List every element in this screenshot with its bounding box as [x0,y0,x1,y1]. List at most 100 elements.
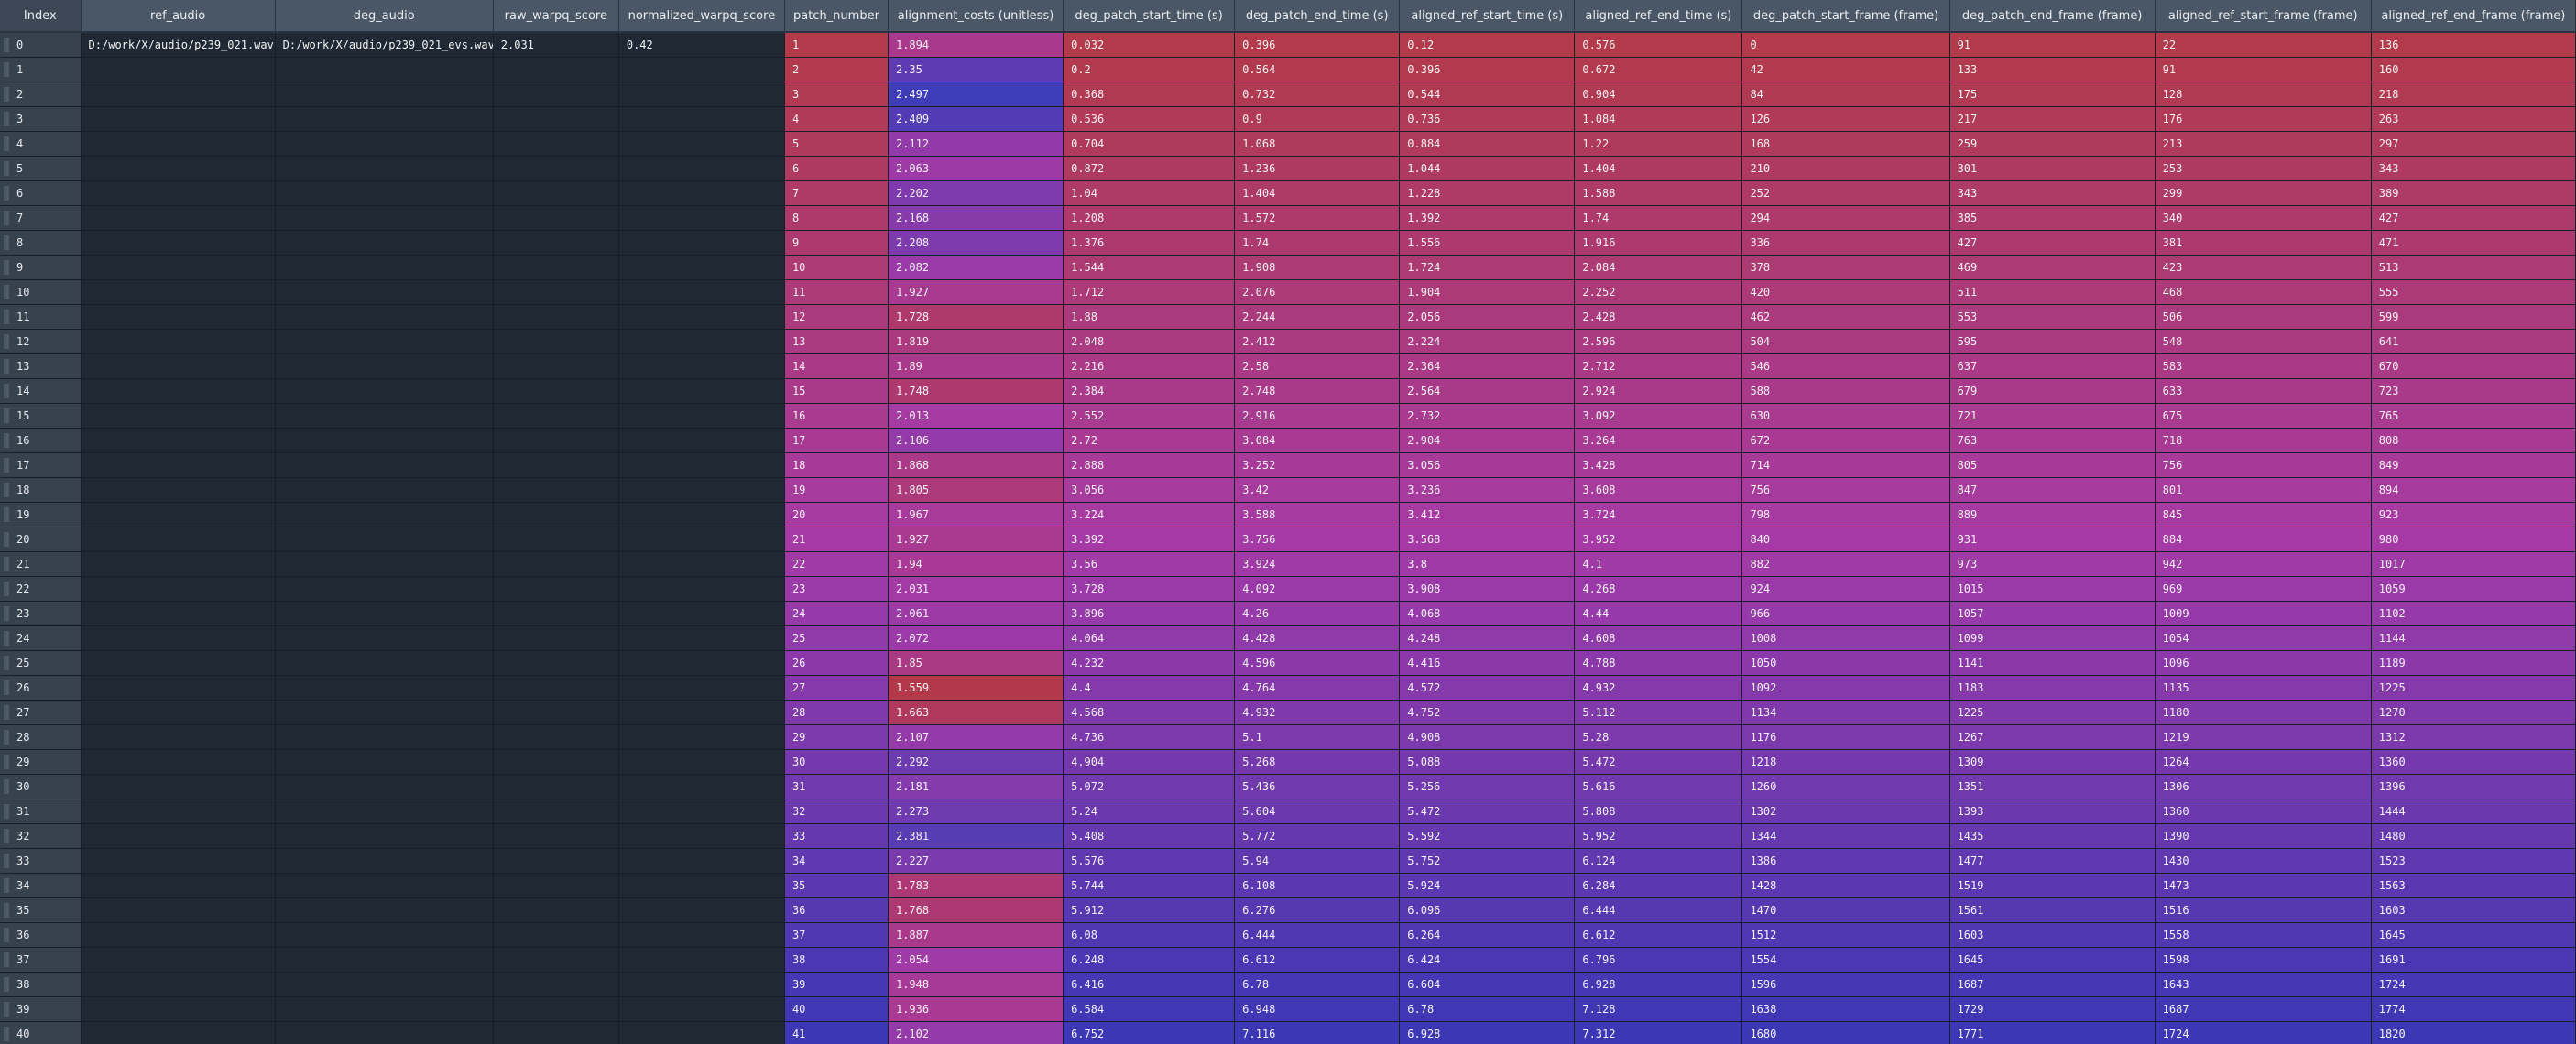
table-cell[interactable]: 595 [1949,329,2156,354]
row-index-cell[interactable]: 4 [0,131,82,157]
table-cell[interactable] [81,180,276,206]
table-cell[interactable]: 6.264 [1399,922,1576,948]
table-cell[interactable]: 5.436 [1234,774,1401,799]
table-cell[interactable] [81,996,276,1022]
table-cell[interactable]: 4.068 [1399,601,1576,626]
table-cell[interactable]: 1302 [1741,799,1950,824]
table-cell[interactable]: 1.94 [888,551,1064,577]
table-cell[interactable]: 1603 [2371,897,2576,923]
table-cell[interactable] [493,428,619,453]
table-cell[interactable]: 583 [2155,353,2372,379]
table-cell[interactable] [618,205,785,231]
table-cell[interactable] [275,972,494,997]
table-cell[interactable] [618,82,785,107]
table-cell[interactable]: 5.752 [1399,848,1576,874]
table-cell[interactable] [81,106,276,132]
table-cell[interactable] [81,576,276,602]
table-row[interactable]: 6 7 2.202 1.04 1.404 1.228 1.588 252 343 299 389 [0,180,2576,206]
table-cell[interactable] [81,749,276,775]
table-row[interactable]: 33 34 2.227 5.576 5.94 5.752 6.124 1386 1477 1430… [0,848,2576,874]
table-cell[interactable]: 1687 [2155,996,2372,1022]
table-cell[interactable]: 1351 [1949,774,2156,799]
table-cell[interactable] [81,156,276,181]
table-cell[interactable]: 756 [1741,477,1950,503]
table-cell[interactable]: 301 [1949,156,2156,181]
table-cell[interactable]: 1771 [1949,1021,2156,1044]
table-cell[interactable]: 942 [2155,551,2372,577]
table-cell[interactable]: 2.428 [1574,304,1743,330]
row-index-cell[interactable]: 18 [0,477,82,503]
table-cell[interactable]: 263 [2371,106,2576,132]
row-select-handle[interactable] [4,408,9,423]
table-cell[interactable]: 1.068 [1234,131,1401,157]
table-cell[interactable]: 1393 [1949,799,2156,824]
table-cell[interactable]: 1687 [1949,972,2156,997]
table-cell[interactable]: 1516 [2155,897,2372,923]
table-cell[interactable]: 1.819 [888,329,1064,354]
table-cell[interactable]: 22 [784,551,889,577]
column-header-3[interactable]: raw_warpq_score [493,0,619,33]
table-cell[interactable]: 1.936 [888,996,1064,1022]
row-select-handle[interactable] [4,606,9,621]
table-cell[interactable] [275,353,494,379]
table-cell[interactable]: 7.128 [1574,996,1743,1022]
table-cell[interactable]: 1.04 [1063,180,1236,206]
table-cell[interactable]: 1.74 [1574,205,1743,231]
table-cell[interactable]: 0.536 [1063,106,1236,132]
table-cell[interactable]: 3.952 [1574,527,1743,552]
table-cell[interactable]: 299 [2155,180,2372,206]
table-cell[interactable] [275,428,494,453]
table-cell[interactable]: 6.284 [1574,873,1743,898]
table-cell[interactable]: 0.736 [1399,106,1576,132]
row-index-cell[interactable]: 25 [0,650,82,676]
table-cell[interactable] [81,947,276,973]
table-cell[interactable] [275,947,494,973]
table-cell[interactable] [493,502,619,527]
table-row[interactable]: 16 17 2.106 2.72 3.084 2.904 3.264 672 763 718 808 [0,428,2576,453]
table-cell[interactable]: 22 [2155,32,2372,58]
table-cell[interactable]: 133 [1949,57,2156,82]
table-cell[interactable]: 931 [1949,527,2156,552]
table-cell[interactable]: 5.268 [1234,749,1401,775]
table-cell[interactable] [618,675,785,701]
table-cell[interactable] [618,724,785,750]
table-cell[interactable] [81,403,276,429]
table-cell[interactable]: 3 [784,82,889,107]
table-cell[interactable]: 4.788 [1574,650,1743,676]
table-cell[interactable] [618,452,785,478]
table-cell[interactable]: 849 [2371,452,2576,478]
table-cell[interactable]: 25 [784,625,889,651]
table-cell[interactable] [493,823,619,849]
table-cell[interactable] [275,255,494,280]
table-cell[interactable]: 2.107 [888,724,1064,750]
row-index-cell[interactable]: 2 [0,82,82,107]
table-cell[interactable]: 340 [2155,205,2372,231]
table-cell[interactable]: 2.596 [1574,329,1743,354]
table-cell[interactable]: 1.927 [888,279,1064,305]
table-cell[interactable]: 11 [784,279,889,305]
table-cell[interactable]: 1774 [2371,996,2576,1022]
table-cell[interactable]: 808 [2371,428,2576,453]
table-cell[interactable] [493,180,619,206]
table-cell[interactable] [618,799,785,824]
table-row[interactable]: 5 6 2.063 0.872 1.236 1.044 1.404 210 301 253 343 [0,156,2576,181]
row-index-cell[interactable]: 10 [0,279,82,305]
table-cell[interactable]: 5.28 [1574,724,1743,750]
table-cell[interactable]: 513 [2371,255,2576,280]
table-cell[interactable] [81,823,276,849]
row-index-cell[interactable]: 12 [0,329,82,354]
table-cell[interactable]: 3.896 [1063,601,1236,626]
table-cell[interactable] [275,551,494,577]
table-cell[interactable]: 29 [784,724,889,750]
table-cell[interactable] [493,131,619,157]
table-cell[interactable]: 0 [1741,32,1950,58]
table-cell[interactable] [81,972,276,997]
table-cell[interactable]: 39 [784,972,889,997]
table-cell[interactable] [81,601,276,626]
table-cell[interactable] [81,502,276,527]
table-cell[interactable]: 381 [2155,230,2372,256]
table-cell[interactable] [275,848,494,874]
table-cell[interactable]: 1.916 [1574,230,1743,256]
table-cell[interactable]: 1.85 [888,650,1064,676]
table-row[interactable]: 12 13 1.819 2.048 2.412 2.224 2.596 504 595 548 64… [0,329,2576,354]
